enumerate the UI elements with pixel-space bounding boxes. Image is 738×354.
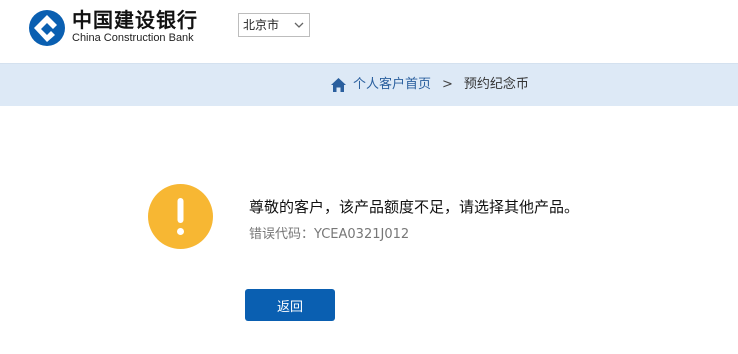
warning-exclamation-icon [148,184,213,249]
error-code: 错误代码：YCEA0321J012 [249,227,410,242]
chevron-down-icon [294,22,304,28]
ccb-logo-icon [29,10,65,46]
breadcrumb: 个人客户首页 > 预约纪念币 [330,76,529,94]
site-header: 中国建设银行 China Construction Bank 北京市 [0,0,738,63]
breadcrumb-bar: 个人客户首页 > 预约纪念币 [0,63,738,106]
error-message: 尊敬的客户，该产品额度不足，请选择其他产品。 [249,198,580,216]
back-button[interactable]: 返回 [245,289,335,321]
logo-chinese-name: 中国建设银行 [72,8,198,32]
breadcrumb-current: 预约纪念币 [463,77,529,92]
breadcrumb-separator: > [442,77,453,92]
city-select-value: 北京市 [243,18,280,32]
logo-english-name: China Construction Bank [72,32,194,44]
home-icon [331,78,346,92]
breadcrumb-home-link[interactable]: 个人客户首页 [353,76,431,94]
city-select[interactable]: 北京市 [238,13,310,37]
